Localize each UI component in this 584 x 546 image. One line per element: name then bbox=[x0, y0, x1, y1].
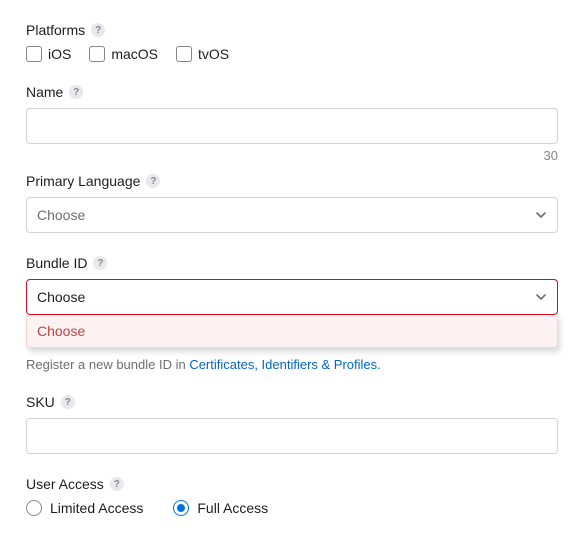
help-icon[interactable]: ? bbox=[91, 23, 105, 37]
checkbox-label: iOS bbox=[48, 46, 71, 62]
bundle-id-label: Bundle ID bbox=[26, 255, 87, 271]
platforms-section: Platforms ? iOS macOS tvOS bbox=[26, 22, 558, 62]
user-access-full[interactable]: Full Access bbox=[173, 500, 268, 516]
user-access-limited[interactable]: Limited Access bbox=[26, 500, 143, 516]
primary-language-section: Primary Language ? Choose bbox=[26, 173, 558, 233]
radio-icon bbox=[173, 500, 189, 516]
primary-language-label: Primary Language bbox=[26, 173, 140, 189]
platforms-label: Platforms bbox=[26, 22, 85, 38]
platform-checkbox-tvos[interactable]: tvOS bbox=[176, 46, 229, 62]
bundle-id-hint: Register a new bundle ID in Certificates… bbox=[26, 357, 558, 372]
name-label: Name bbox=[26, 84, 63, 100]
bundle-id-register-link[interactable]: Certificates, Identifiers & Profiles. bbox=[189, 357, 380, 372]
bundle-id-select[interactable]: Choose bbox=[26, 279, 558, 315]
primary-language-select[interactable]: Choose bbox=[26, 197, 558, 233]
help-icon[interactable]: ? bbox=[110, 477, 124, 491]
name-section: Name ? 30 bbox=[26, 84, 558, 163]
radio-label: Limited Access bbox=[50, 500, 143, 516]
platform-checkbox-ios[interactable]: iOS bbox=[26, 46, 71, 62]
bundle-id-dropdown: Choose bbox=[26, 315, 558, 348]
chevron-down-icon bbox=[535, 209, 547, 221]
select-placeholder: Choose bbox=[37, 207, 85, 223]
checkbox-label: macOS bbox=[111, 46, 158, 62]
bundle-id-section: Bundle ID ? Choose Choose Register a new… bbox=[26, 255, 558, 372]
name-input[interactable] bbox=[26, 108, 558, 144]
sku-input[interactable] bbox=[26, 418, 558, 454]
help-icon[interactable]: ? bbox=[61, 395, 75, 409]
radio-label: Full Access bbox=[197, 500, 268, 516]
help-icon[interactable]: ? bbox=[146, 174, 160, 188]
name-counter: 30 bbox=[26, 148, 558, 163]
chevron-down-icon bbox=[535, 291, 547, 303]
user-access-section: User Access ? Limited Access Full Access bbox=[26, 476, 558, 516]
select-placeholder: Choose bbox=[37, 289, 85, 305]
sku-section: SKU ? bbox=[26, 394, 558, 454]
checkbox-icon bbox=[89, 46, 105, 62]
help-icon[interactable]: ? bbox=[69, 85, 83, 99]
help-icon[interactable]: ? bbox=[93, 256, 107, 270]
checkbox-icon bbox=[26, 46, 42, 62]
checkbox-icon bbox=[176, 46, 192, 62]
dropdown-option[interactable]: Choose bbox=[27, 315, 557, 347]
checkbox-label: tvOS bbox=[198, 46, 229, 62]
sku-label: SKU bbox=[26, 394, 55, 410]
user-access-label: User Access bbox=[26, 476, 104, 492]
platform-checkbox-macos[interactable]: macOS bbox=[89, 46, 158, 62]
radio-icon bbox=[26, 500, 42, 516]
